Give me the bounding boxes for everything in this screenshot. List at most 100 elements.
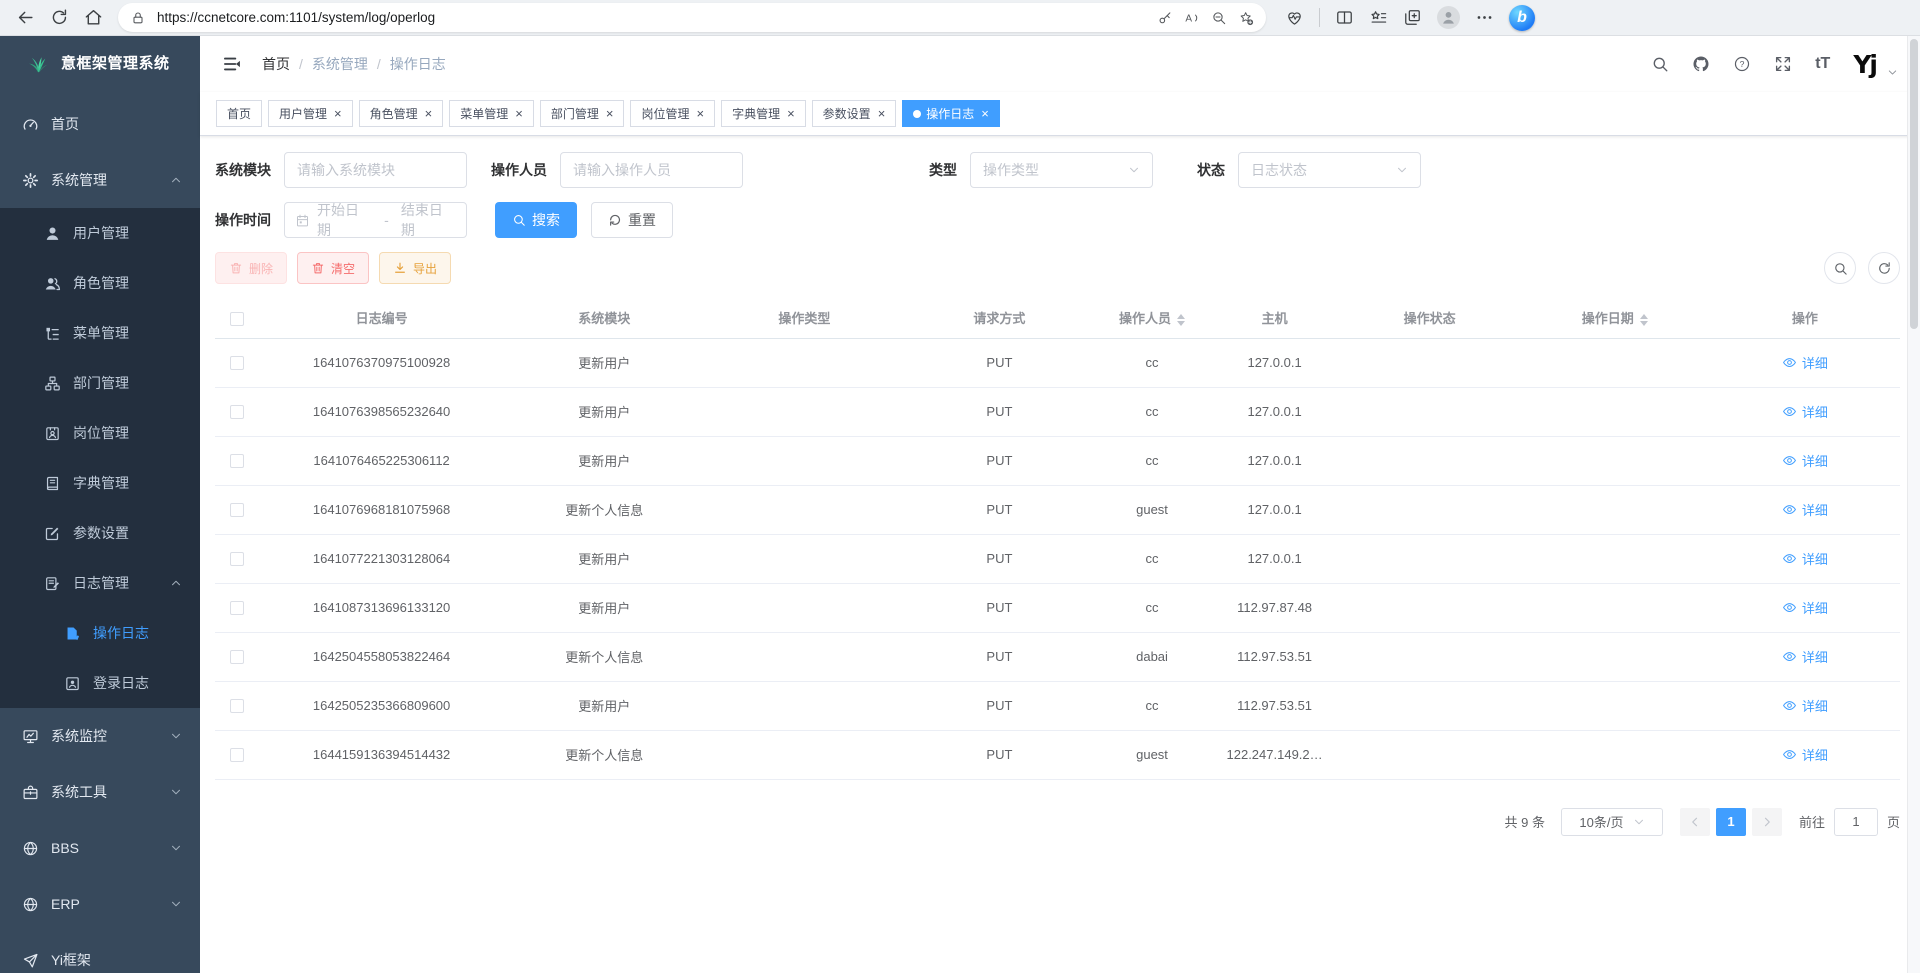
more-menu-icon[interactable] [1475, 8, 1494, 27]
row-checkbox[interactable] [230, 356, 244, 370]
row-checkbox[interactable] [230, 503, 244, 517]
bing-copilot-icon[interactable]: b [1509, 5, 1535, 31]
back-icon[interactable] [16, 8, 35, 27]
delete-button[interactable]: 删除 [215, 252, 287, 284]
export-button[interactable]: 导出 [379, 252, 451, 284]
browser-essentials-icon[interactable] [1285, 8, 1304, 27]
goto-page-input[interactable] [1834, 808, 1878, 836]
tab-close-icon[interactable]: × [787, 107, 795, 120]
breadcrumb-item[interactable]: 首页 [262, 54, 290, 74]
row-checkbox[interactable] [230, 601, 244, 615]
tab-close-icon[interactable]: × [696, 107, 704, 120]
sidebar-item-param[interactable]: 参数设置 [0, 508, 200, 558]
tab-参数设置[interactable]: 参数设置× [812, 100, 897, 127]
detail-link[interactable]: 详细 [1782, 549, 1828, 568]
type-select[interactable]: 操作类型 [970, 152, 1153, 188]
sidebar-item-tools[interactable]: 系统工具 [0, 764, 200, 820]
url-text[interactable]: https://ccnetcore.com:1101/system/log/op… [157, 10, 1146, 25]
user-menu-caret-icon[interactable] [1887, 67, 1898, 78]
collections-icon[interactable] [1403, 8, 1422, 27]
refresh-table-button[interactable] [1868, 252, 1900, 284]
scrollbar-thumb[interactable] [1910, 39, 1918, 329]
detail-link[interactable]: 详细 [1782, 696, 1828, 715]
github-icon[interactable] [1692, 55, 1710, 73]
sidebar-item-bbs[interactable]: BBS [0, 820, 200, 876]
next-page-button[interactable] [1752, 808, 1782, 836]
row-checkbox[interactable] [230, 454, 244, 468]
detail-link[interactable]: 详细 [1782, 745, 1828, 764]
sidebar-item-loginlog[interactable]: 登录日志 [0, 658, 200, 708]
sidebar-item-erp[interactable]: ERP [0, 876, 200, 932]
module-filter-input[interactable] [284, 152, 467, 188]
tab-菜单管理[interactable]: 菜单管理× [449, 100, 534, 127]
sidebar-collapse-icon[interactable] [222, 54, 242, 74]
show-search-button[interactable] [1824, 252, 1856, 284]
sidebar-item-menu[interactable]: 菜单管理 [0, 308, 200, 358]
detail-link[interactable]: 详细 [1782, 402, 1828, 421]
operator-filter-input[interactable] [560, 152, 743, 188]
zoom-out-icon[interactable] [1211, 10, 1227, 26]
tab-close-icon[interactable]: × [878, 107, 886, 120]
sidebar-item-monitor[interactable]: 系统监控 [0, 708, 200, 764]
tab-close-icon[interactable]: × [606, 107, 614, 120]
sidebar-item-logmgr[interactable]: 日志管理 [0, 558, 200, 608]
sidebar-item-home[interactable]: 首页 [0, 96, 200, 152]
sidebar-item-user[interactable]: 用户管理 [0, 208, 200, 258]
font-size-icon[interactable]: tT [1815, 55, 1830, 73]
sidebar-item-system[interactable]: 系统管理 [0, 152, 200, 208]
tab-字典管理[interactable]: 字典管理× [721, 100, 806, 127]
sidebar-item-dict[interactable]: 字典管理 [0, 458, 200, 508]
tab-close-icon[interactable]: × [425, 107, 433, 120]
detail-link[interactable]: 详细 [1782, 598, 1828, 617]
search-button[interactable]: 搜索 [495, 202, 577, 238]
reset-button[interactable]: 重置 [591, 202, 673, 238]
help-icon[interactable]: ? [1733, 55, 1751, 73]
detail-link[interactable]: 详细 [1782, 451, 1828, 470]
detail-link[interactable]: 详细 [1782, 500, 1828, 519]
clear-button[interactable]: 清空 [297, 252, 369, 284]
sort-icon[interactable] [1640, 314, 1648, 326]
row-checkbox[interactable] [230, 748, 244, 762]
page-size-select[interactable]: 10条/页 [1561, 808, 1663, 836]
sidebar-item-operlog[interactable]: 操作日志 [0, 608, 200, 658]
tab-用户管理[interactable]: 用户管理× [268, 100, 353, 127]
sidebar-item-role[interactable]: 角色管理 [0, 258, 200, 308]
prev-page-button[interactable] [1680, 808, 1710, 836]
sort-icon[interactable] [1177, 314, 1185, 326]
app-logo[interactable]: 意框架管理系统 [0, 36, 200, 88]
sidebar-item-dept[interactable]: 部门管理 [0, 358, 200, 408]
header-search-icon[interactable] [1651, 55, 1669, 73]
tab-首页[interactable]: 首页 [216, 100, 262, 127]
tab-岗位管理[interactable]: 岗位管理× [630, 100, 715, 127]
tab-部门管理[interactable]: 部门管理× [540, 100, 625, 127]
detail-link[interactable]: 详细 [1782, 353, 1828, 372]
favorites-icon[interactable] [1369, 8, 1388, 27]
fullscreen-icon[interactable] [1774, 55, 1792, 73]
add-favorite-icon[interactable] [1238, 10, 1254, 26]
refresh-icon[interactable] [50, 8, 69, 27]
home-icon[interactable] [84, 8, 103, 27]
row-checkbox[interactable] [230, 552, 244, 566]
sidebar-item-post[interactable]: 岗位管理 [0, 408, 200, 458]
tab-close-icon[interactable]: × [334, 107, 342, 120]
password-key-icon[interactable] [1157, 10, 1173, 26]
sidebar-item-yi[interactable]: Yi框架 [0, 932, 200, 973]
read-aloud-icon[interactable]: A [1184, 10, 1200, 26]
tab-close-icon[interactable]: × [515, 107, 523, 120]
current-page-button[interactable]: 1 [1716, 808, 1746, 836]
row-checkbox[interactable] [230, 699, 244, 713]
detail-link[interactable]: 详细 [1782, 647, 1828, 666]
tab-操作日志[interactable]: 操作日志× [902, 100, 1000, 127]
tab-角色管理[interactable]: 角色管理× [359, 100, 444, 127]
address-bar[interactable]: https://ccnetcore.com:1101/system/log/op… [118, 3, 1266, 32]
row-checkbox[interactable] [230, 650, 244, 664]
tab-close-icon[interactable]: × [981, 107, 989, 120]
page-scrollbar[interactable] [1907, 36, 1920, 973]
row-checkbox[interactable] [230, 405, 244, 419]
browser-profile-avatar[interactable] [1437, 6, 1460, 29]
status-select[interactable]: 日志状态 [1238, 152, 1421, 188]
user-avatar[interactable]: Yj [1853, 50, 1876, 79]
date-range-input[interactable]: 开始日期 - 结束日期 [284, 202, 467, 238]
split-screen-icon[interactable] [1335, 8, 1354, 27]
select-all-checkbox[interactable] [230, 312, 244, 326]
